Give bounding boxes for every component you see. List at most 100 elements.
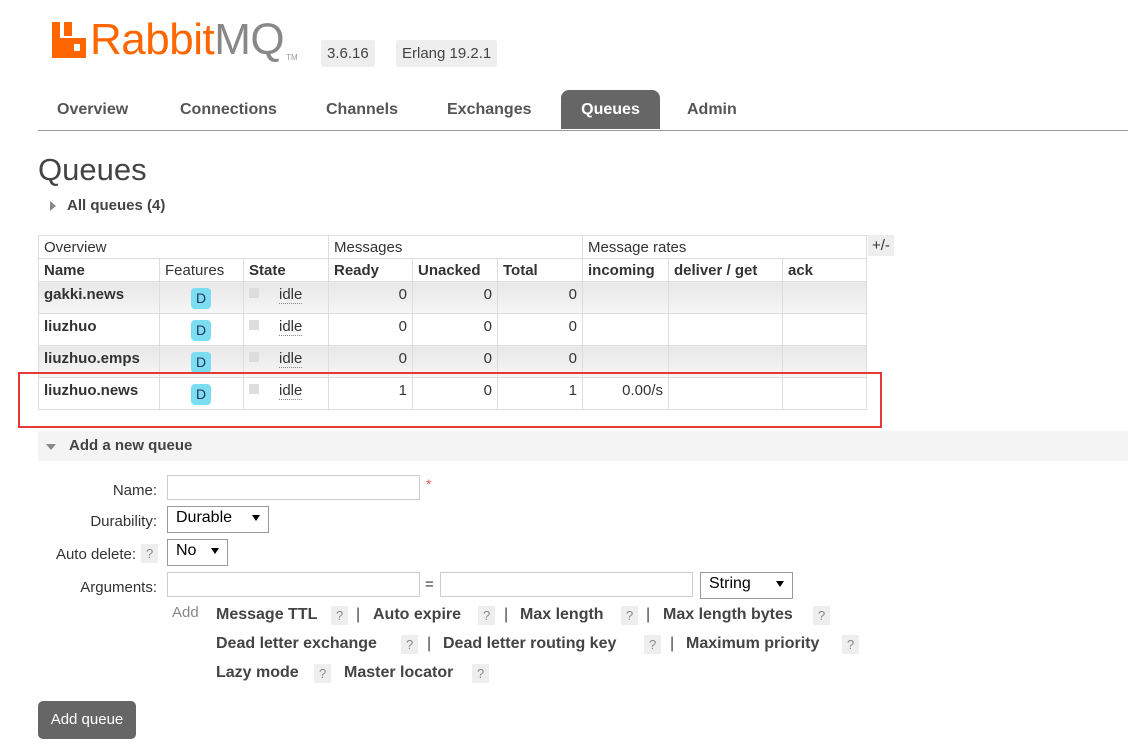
- arg-max-length-link[interactable]: Max length: [520, 606, 604, 624]
- page-title: Queues: [38, 152, 147, 187]
- argument-value-input[interactable]: [440, 572, 693, 597]
- rabbit-logo-icon: [52, 22, 86, 58]
- main-nav: Overview Connections Channels Exchanges …: [38, 90, 1128, 131]
- features-cell: D: [159, 281, 244, 314]
- unacked-count: 0: [412, 313, 498, 346]
- name-label: Name:: [112, 482, 157, 499]
- version-badge: 3.6.16: [321, 40, 375, 67]
- tab-admin[interactable]: Admin: [687, 90, 737, 129]
- col-ready[interactable]: Ready: [328, 258, 413, 282]
- arg-dead-letter-routing-key-link[interactable]: Dead letter routing key: [443, 635, 616, 653]
- separator: |: [427, 635, 432, 652]
- add-label: Add: [172, 604, 199, 621]
- durable-badge: D: [191, 288, 211, 309]
- auto-delete-label: Auto delete:: [55, 546, 136, 563]
- separator: |: [504, 606, 509, 623]
- argument-key-input[interactable]: [167, 572, 420, 597]
- separator: |: [670, 635, 675, 652]
- total-count: 0: [497, 281, 583, 314]
- argument-type-select[interactable]: String: [700, 572, 793, 599]
- ack-rate: [782, 313, 867, 346]
- ready-count: 0: [328, 281, 413, 314]
- erlang-version-badge: Erlang 19.2.1: [396, 40, 498, 67]
- maximum-priority-help-icon[interactable]: ?: [842, 635, 860, 654]
- brand-mq: MQ: [214, 15, 285, 64]
- group-header-message-rates: Message rates: [582, 235, 867, 259]
- col-ack[interactable]: ack: [782, 258, 867, 282]
- equals-sign: =: [425, 576, 434, 593]
- message-ttl-help-icon[interactable]: ?: [331, 606, 349, 625]
- state-indicator-icon: [249, 352, 259, 362]
- col-features[interactable]: Features: [159, 258, 244, 282]
- incoming-rate: [582, 313, 669, 346]
- required-marker: *: [426, 476, 432, 492]
- expand-arrow-icon: [50, 200, 56, 211]
- toggle-columns-button[interactable]: +/-: [868, 235, 894, 256]
- col-incoming[interactable]: incoming: [582, 258, 669, 282]
- tab-queues[interactable]: Queues: [561, 90, 660, 129]
- ready-count: 0: [328, 313, 413, 346]
- tab-channels[interactable]: Channels: [326, 90, 398, 129]
- auto-delete-value: No: [176, 542, 197, 559]
- arg-lazy-mode-link[interactable]: Lazy mode: [216, 664, 299, 682]
- queue-name-link[interactable]: gakki.news: [38, 281, 160, 314]
- tab-overview[interactable]: Overview: [57, 90, 128, 129]
- add-queue-section-title: Add a new queue: [69, 437, 193, 454]
- all-queues-label: All queues (4): [67, 197, 166, 214]
- incoming-rate: [582, 281, 669, 314]
- state-indicator-icon: [249, 320, 259, 330]
- auto-delete-select[interactable]: No: [167, 539, 228, 566]
- add-queue-button[interactable]: Add queue: [38, 701, 136, 739]
- table-row: liuzhuo D idle 0 0 0: [38, 313, 867, 346]
- col-state[interactable]: State: [243, 258, 329, 282]
- dropdown-arrow-icon: [211, 548, 219, 554]
- dropdown-arrow-icon: [252, 515, 260, 521]
- dead-letter-exchange-help-icon[interactable]: ?: [401, 635, 419, 654]
- queue-name-input[interactable]: [167, 475, 420, 500]
- arg-maximum-priority-link[interactable]: Maximum priority: [686, 635, 819, 653]
- features-cell: D: [159, 313, 244, 346]
- tab-exchanges[interactable]: Exchanges: [447, 90, 531, 129]
- separator: |: [646, 606, 651, 623]
- group-header-messages: Messages: [328, 235, 583, 259]
- col-deliver-get[interactable]: deliver / get: [668, 258, 783, 282]
- add-queue-section-header[interactable]: Add a new queue: [38, 431, 1128, 461]
- col-name[interactable]: Name: [38, 258, 160, 282]
- rabbitmq-logo[interactable]: RabbitMQ TM: [52, 18, 298, 62]
- master-locator-help-icon[interactable]: ?: [472, 664, 490, 683]
- auto-expire-help-icon[interactable]: ?: [478, 606, 496, 625]
- all-queues-toggle[interactable]: All queues (4): [50, 197, 165, 214]
- arguments-label: Arguments:: [80, 579, 157, 596]
- table-row: gakki.news D idle 0 0 0: [38, 281, 867, 314]
- max-length-help-icon[interactable]: ?: [621, 606, 639, 625]
- arg-auto-expire-link[interactable]: Auto expire: [373, 606, 461, 624]
- highlight-box: [18, 372, 882, 428]
- state-cell: idle: [243, 281, 329, 314]
- arg-message-ttl-link[interactable]: Message TTL: [216, 606, 317, 624]
- lazy-mode-help-icon[interactable]: ?: [314, 664, 332, 683]
- max-length-bytes-help-icon[interactable]: ?: [813, 606, 831, 625]
- queue-name-link[interactable]: liuzhuo: [38, 313, 160, 346]
- ack-rate: [782, 281, 867, 314]
- tab-connections[interactable]: Connections: [180, 90, 277, 129]
- state-indicator-icon: [249, 288, 259, 298]
- durability-label: Durability:: [90, 513, 157, 530]
- durability-value: Durable: [176, 509, 233, 526]
- collapse-arrow-icon: [46, 444, 56, 450]
- arg-max-length-bytes-link[interactable]: Max length bytes: [663, 606, 793, 624]
- deliver-rate: [668, 313, 783, 346]
- deliver-rate: [668, 281, 783, 314]
- arg-dead-letter-exchange-link[interactable]: Dead letter exchange: [216, 635, 377, 653]
- separator: |: [356, 606, 361, 623]
- col-unacked[interactable]: Unacked: [412, 258, 498, 282]
- durability-select[interactable]: Durable: [167, 506, 269, 533]
- group-header-overview: Overview: [38, 235, 329, 259]
- auto-delete-help-icon[interactable]: ?: [141, 544, 159, 563]
- durable-badge: D: [191, 352, 211, 373]
- arg-master-locator-link[interactable]: Master locator: [344, 664, 453, 682]
- state-label: idle: [279, 318, 303, 336]
- dead-letter-routing-key-help-icon[interactable]: ?: [644, 635, 662, 654]
- brand-rabbit: Rabbit: [90, 15, 215, 64]
- col-total[interactable]: Total: [497, 258, 583, 282]
- argument-type-value: String: [709, 575, 751, 592]
